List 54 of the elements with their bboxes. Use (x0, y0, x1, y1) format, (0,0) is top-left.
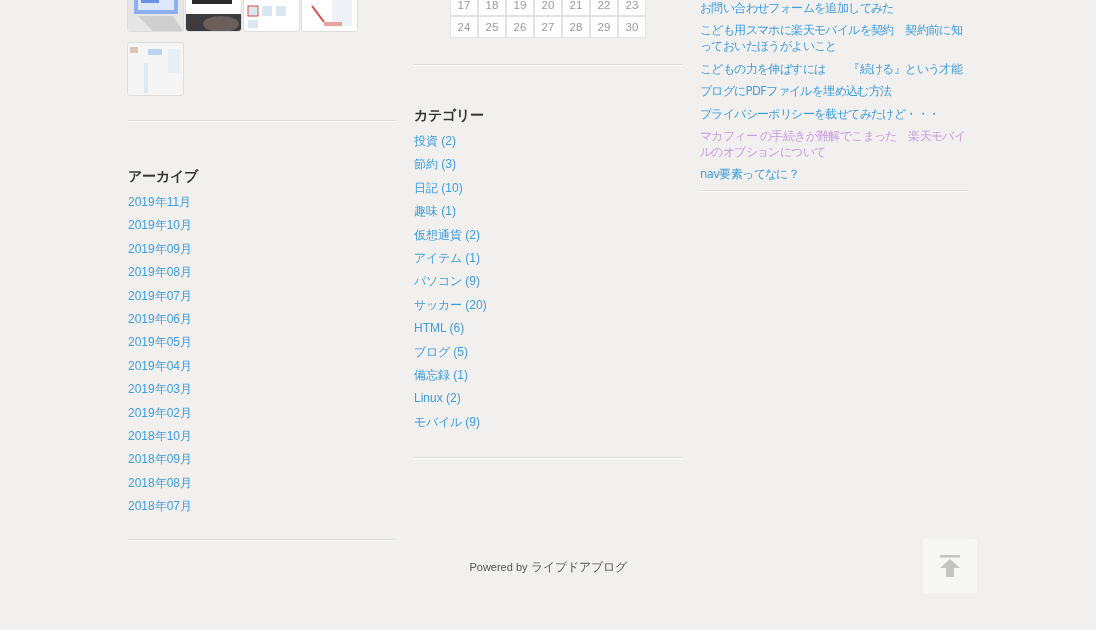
archive-link[interactable]: 2019年09月 (128, 241, 193, 256)
calendar-day: 27 (535, 17, 561, 37)
category-link[interactable]: 備忘録 (1) (414, 367, 468, 382)
calendar-day: 18 (479, 0, 505, 15)
post-link[interactable]: マカフィー の手続きが難解でこまった 楽天モバイルのオプションについて (700, 127, 968, 160)
calendar-day: 30 (619, 17, 645, 37)
calendar-day: 28 (563, 17, 589, 37)
calendar-day: 26 (507, 17, 533, 37)
category-link[interactable]: 節約 (3) (414, 157, 456, 172)
archive-link[interactable]: 2019年02月 (128, 405, 193, 420)
archive-link[interactable]: 2019年03月 (128, 382, 193, 397)
section-heading: カテゴリー (414, 106, 485, 124)
arrow-up-to-bar-icon (940, 555, 960, 577)
archive-link[interactable]: 2019年11月 (128, 195, 192, 209)
category-link[interactable]: Linux (2) (414, 391, 461, 406)
calendar-day: 25 (479, 17, 505, 37)
category-link[interactable]: ブログ (5) (414, 344, 468, 359)
calendar-day: 22 (591, 0, 617, 15)
archive-link[interactable]: 2019年04月 (128, 358, 193, 373)
post-link[interactable]: ブログにPDFファイルを埋め込む方法 (700, 83, 968, 100)
category-link[interactable]: 趣味 (1) (414, 204, 456, 219)
section-heading: アーカイブ (128, 167, 200, 185)
category-link[interactable]: 投資 (2) (414, 134, 456, 148)
calendar-day: 20 (535, 0, 561, 15)
post-link[interactable]: お問い合わせフォームを追加してみた (700, 0, 968, 16)
archive-link[interactable]: 2018年10月 (128, 428, 193, 443)
calendar-day: 24 (451, 17, 477, 37)
blog-service-link[interactable]: ライブドアブログ (530, 560, 627, 574)
calendar-day: 19 (507, 0, 533, 15)
calendar-day: 23 (619, 0, 645, 15)
category-link[interactable]: 仮想通貨 (2) (414, 227, 480, 242)
post-link[interactable]: nav要素ってなに？ (700, 166, 968, 183)
post-link[interactable]: こども用スマホに楽天モバイルを契約 契約前に知っておいたほうがよいこと (700, 22, 968, 55)
category-link[interactable]: モバイル (9) (414, 414, 480, 429)
post-link[interactable]: こどもの力を伸ばすには 『続ける』という才能 (700, 60, 968, 77)
archive-link[interactable]: 2019年10月 (128, 218, 193, 233)
calendar-day: 21 (563, 0, 589, 15)
archive-link[interactable]: 2019年08月 (128, 265, 193, 280)
calendar-day: 29 (591, 17, 617, 37)
archive-link[interactable]: 2018年09月 (128, 452, 193, 467)
powered-by-text: Powered by (469, 561, 528, 573)
category-link[interactable]: パソコン (9) (414, 274, 480, 289)
back-to-top-button[interactable] (923, 539, 977, 593)
category-link[interactable]: サッカー (20) (414, 297, 487, 312)
archive-link[interactable]: 2019年05月 (128, 335, 193, 350)
archive-link[interactable]: 2018年07月 (128, 499, 193, 514)
calendar-day: 17 (451, 0, 477, 15)
archive-link[interactable]: 2019年07月 (128, 288, 193, 303)
category-link[interactable]: 日記 (10) (414, 180, 463, 195)
archive-link[interactable]: 2019年06月 (128, 311, 193, 326)
category-link[interactable]: HTML (6) (414, 321, 465, 336)
post-link[interactable]: プライバシーポリシーを載せてみたけど・・・ (700, 105, 968, 122)
archive-link[interactable]: 2018年08月 (128, 475, 193, 490)
category-link[interactable]: アイテム (1) (414, 250, 480, 265)
